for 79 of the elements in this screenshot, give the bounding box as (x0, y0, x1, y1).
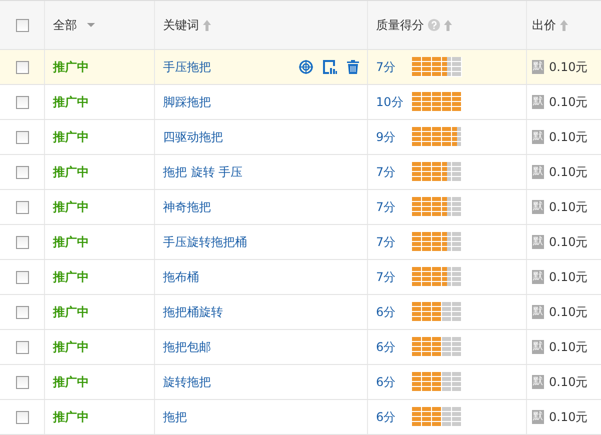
keyword-link[interactable]: 手压拖把 (163, 58, 299, 76)
status-text: 推广中 (53, 198, 89, 216)
keyword-link[interactable]: 拖把 旋转 手压 (163, 164, 367, 180)
status-text: 推广中 (53, 58, 89, 76)
price-text: 0.10元 (549, 338, 588, 356)
row-checkbox[interactable] (16, 306, 28, 318)
trash-icon[interactable] (347, 60, 359, 74)
row-checkbox[interactable] (16, 166, 28, 178)
status-text: 推广中 (53, 374, 89, 390)
row-checkbox[interactable] (16, 410, 28, 424)
default-tag: 默 (532, 340, 544, 354)
default-tag: 默 (532, 375, 544, 389)
price-text: 0.10元 (549, 268, 588, 286)
status-text: 推广中 (53, 338, 89, 356)
default-tag: 默 (532, 200, 544, 214)
keyword-link[interactable]: 拖把 (163, 408, 367, 426)
row-checkbox[interactable] (16, 200, 28, 214)
status-text: 推广中 (53, 128, 89, 146)
help-icon[interactable] (428, 19, 440, 31)
status-text: 推广中 (53, 234, 89, 250)
keyword-link[interactable]: 神奇拖把 (163, 198, 367, 216)
column-header[interactable]: 出价 (532, 16, 556, 34)
keyword-link[interactable]: 手压旋转拖把桶 (163, 234, 367, 250)
price-text: 0.10元 (549, 198, 588, 216)
column-header[interactable]: 质量得分 (376, 16, 424, 34)
keyword-link[interactable]: 四驱动拖把 (163, 128, 367, 146)
default-tag: 默 (532, 95, 544, 109)
score-text: 6分 (376, 374, 397, 391)
keyword-link[interactable]: 脚踩拖把 (163, 94, 367, 110)
score-text: 6分 (376, 304, 397, 321)
select-all-checkbox[interactable] (16, 18, 28, 32)
status-text: 推广中 (53, 164, 89, 180)
row-checkbox[interactable] (16, 96, 28, 108)
status-text: 推广中 (53, 408, 89, 426)
row-checkbox[interactable] (16, 340, 28, 354)
row-checkbox[interactable] (16, 236, 28, 248)
chart-icon[interactable] (323, 60, 337, 74)
keyword-link[interactable]: 拖把包邮 (163, 338, 367, 356)
price-text: 0.10元 (549, 234, 588, 250)
price-text: 0.10元 (549, 128, 588, 146)
score-text: 9分 (376, 129, 397, 146)
score-text: 7分 (376, 199, 397, 216)
keyword-link[interactable]: 拖布桶 (163, 268, 367, 286)
price-text: 0.10元 (549, 58, 588, 76)
caret-icon[interactable] (87, 23, 95, 27)
score-text: 7分 (376, 59, 397, 76)
keyword-link[interactable]: 旋转拖把 (163, 374, 367, 390)
score-text: 7分 (376, 234, 397, 251)
row-checkbox[interactable] (16, 130, 28, 144)
default-tag: 默 (532, 410, 544, 424)
price-text: 0.10元 (549, 94, 588, 110)
default-tag: 默 (532, 165, 544, 179)
default-tag: 默 (532, 60, 544, 74)
status-text: 推广中 (53, 304, 89, 320)
row-checkbox[interactable] (16, 270, 28, 284)
keyword-link[interactable]: 拖把桶旋转 (163, 304, 367, 320)
sort-arrow-icon[interactable] (444, 20, 452, 30)
row-checkbox[interactable] (16, 60, 28, 74)
row-checkbox[interactable] (16, 376, 28, 388)
default-tag: 默 (532, 305, 544, 319)
score-text: 7分 (376, 164, 397, 181)
score-text: 6分 (376, 339, 397, 356)
status-text: 推广中 (53, 94, 89, 110)
default-tag: 默 (532, 130, 544, 144)
score-text: 6分 (376, 409, 397, 426)
score-text: 7分 (376, 269, 397, 286)
price-text: 0.10元 (549, 408, 588, 426)
sort-arrow-icon[interactable] (203, 20, 211, 30)
sort-arrow-icon[interactable] (560, 20, 568, 30)
target-icon[interactable] (299, 60, 313, 74)
price-text: 0.10元 (549, 374, 588, 390)
default-tag: 默 (532, 270, 544, 284)
price-text: 0.10元 (549, 304, 588, 320)
status-text: 推广中 (53, 268, 89, 286)
column-header[interactable]: 全部 (53, 16, 77, 34)
default-tag: 默 (532, 235, 544, 249)
column-header[interactable]: 关键词 (163, 16, 199, 34)
score-text: 10分 (376, 94, 404, 111)
price-text: 0.10元 (549, 164, 588, 180)
